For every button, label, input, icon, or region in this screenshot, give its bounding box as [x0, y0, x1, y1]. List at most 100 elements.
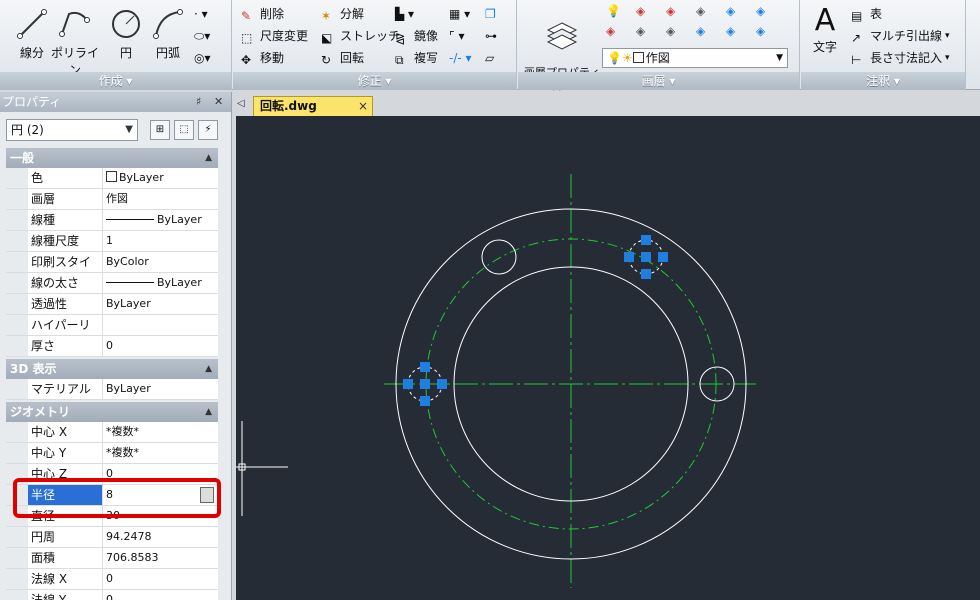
collapse-icon: ▲	[205, 364, 212, 374]
table-button[interactable]: ▤ 表	[851, 4, 882, 24]
region-button[interactable]: ◎▾	[194, 48, 211, 68]
prop-row-normal-y[interactable]: 法線 Y0	[6, 590, 218, 600]
move-button[interactable]: ✥ 移動	[241, 48, 284, 68]
panel-layers: 画層プロパティ 管理 💡 ◈ ◈ ◈ ◈ ◈ ◈ ◈ ◈ ◈ ◈ ◈ 💡☀作図 …	[518, 0, 800, 92]
pin-icon[interactable]: ♯	[196, 92, 201, 112]
fillet-button[interactable]: ⌜ ▾	[449, 26, 464, 46]
select-objects-button[interactable]: ⬚	[174, 120, 194, 140]
circle-icon	[112, 10, 140, 38]
text-button[interactable]: A 文字	[803, 4, 847, 66]
mleader-button[interactable]: ↗ マルチ引出線 ▾	[851, 26, 950, 46]
copy-clip-button[interactable]: ❐	[485, 4, 496, 24]
layer-iso-icon[interactable]: ◈	[726, 4, 735, 18]
quick-select-button[interactable]: ⚡	[198, 120, 218, 140]
rotate-button[interactable]: ↻ 回転	[321, 48, 364, 68]
offset-button[interactable]: ⏥	[485, 48, 494, 68]
mleader-icon: ↗	[851, 31, 862, 45]
radius-highlight-box	[13, 478, 221, 518]
panel-annotation-title[interactable]: 注釈 ▾	[801, 72, 965, 90]
chevron-down-icon: ▼	[125, 124, 133, 135]
close-tab-icon[interactable]: ×	[358, 97, 368, 115]
prop-row-lineweight[interactable]: 線の太さ ByLayer	[6, 273, 218, 294]
rotate-icon: ↻	[321, 53, 332, 67]
layer-properties-button[interactable]: 画層プロパティ 管理	[522, 4, 602, 92]
color-swatch	[106, 171, 117, 182]
grips-top-right[interactable]	[624, 235, 668, 279]
arc-button[interactable]: 円弧	[140, 4, 196, 66]
layer-match-icon[interactable]: ◈	[696, 4, 705, 18]
polyline-icon	[59, 11, 90, 37]
section-3d[interactable]: 3D 表示 ▲	[6, 359, 218, 379]
mirror-button[interactable]: ⧎ 鏡像	[395, 26, 438, 46]
layer-lock-icon[interactable]: ◈	[666, 4, 675, 18]
ribbon: 線分 ポリライン 円 円弧 · ▾ ⬭▾ ◎▾ 作成 ▾ ✎ 削除 ✶ 分解 ▙…	[0, 0, 980, 92]
panel-modify-title[interactable]: 修正 ▾	[233, 72, 516, 90]
property-grid: 一般▲ 色ByLayer 画層作図 線種ByLayer 線種尺度1 印刷スタイル…	[6, 148, 218, 600]
toggle-pickadd-button[interactable]: ⊞	[150, 120, 170, 140]
layer-delete-icon[interactable]: ◈	[756, 24, 765, 38]
eraser-icon: ✎	[241, 9, 252, 23]
layer-color-swatch	[632, 52, 644, 63]
layer-state-icons: 💡☀	[607, 51, 633, 65]
section-general[interactable]: 一般 ▲	[6, 148, 218, 168]
prop-row-normal-x[interactable]: 法線 X0	[6, 569, 218, 590]
grips-left[interactable]	[403, 362, 447, 406]
point-button[interactable]: · ▾	[194, 4, 208, 24]
scale-button[interactable]: ⬚ 尺度変更	[241, 26, 308, 46]
layer-merge-icon[interactable]: ◈	[726, 24, 735, 38]
stretch-button[interactable]: ⬕ ストレッチ	[321, 26, 400, 46]
join-button[interactable]: ⊶	[485, 26, 497, 46]
layer-off-icon[interactable]: ◈	[606, 24, 615, 38]
explode-icon: ✶	[321, 9, 332, 23]
prop-row-circumference[interactable]: 円周 94.2478	[6, 527, 218, 548]
pickadd-icon: ⊞	[155, 124, 165, 135]
layer-walk-icon[interactable]: ◈	[756, 4, 765, 18]
erase-button[interactable]: ✎ 削除	[241, 4, 284, 24]
layer-thaw-icon[interactable]: ◈	[636, 24, 645, 38]
layer-current-icon[interactable]: ◈	[696, 24, 705, 38]
panel-annotation: A 文字 ▤ 表 ↗ マルチ引出線 ▾ ⊢ 長さ寸法記入 ▾ 注釈 ▾	[801, 0, 966, 90]
close-icon[interactable]: ✕	[214, 92, 223, 112]
prop-row-center-x[interactable]: 中心 X *複数*	[6, 422, 218, 443]
prop-row-thickness[interactable]: 厚さ 0	[6, 336, 218, 357]
copy-button[interactable]: ⧉ 複写	[395, 48, 438, 68]
layer-on-icon[interactable]: 💡	[606, 4, 621, 18]
line-icon	[17, 9, 47, 39]
panel-layers-title[interactable]: 画層 ▾	[518, 72, 799, 90]
prop-row-center-y[interactable]: 中心 Y *複数*	[6, 443, 218, 464]
layer-tools-grid: 💡 ◈ ◈ ◈ ◈ ◈ ◈ ◈ ◈ ◈ ◈ ◈	[606, 4, 792, 44]
chevron-down-icon: ▼	[776, 53, 783, 63]
collapse-icon: ▲	[205, 153, 212, 163]
explode-button[interactable]: ✶ 分解	[321, 4, 364, 24]
tab-rotate-dwg[interactable]: 回転.dwg ×	[253, 96, 373, 116]
trim-button[interactable]: -/- ▾	[449, 48, 472, 68]
fillet-icon: ⌜ ▾	[449, 29, 465, 43]
section-geometry[interactable]: ジオメトリ ▲	[6, 402, 218, 422]
prop-row-transparency[interactable]: 透過性 ByLayer	[6, 294, 218, 315]
prop-row-material[interactable]: マテリアル ByLayer	[6, 379, 218, 400]
prop-row-linetype-scale[interactable]: 線種尺度 1	[6, 231, 218, 252]
trim-icon: -/- ▾	[449, 51, 472, 65]
hatch-button[interactable]: ⬭▾	[194, 26, 210, 46]
chevron-down-icon: ▾	[945, 53, 950, 63]
prop-row-area[interactable]: 面積 706.8583	[6, 548, 218, 569]
array-button[interactable]: ▦ ▾	[449, 4, 470, 24]
tab-scroll-left-icon[interactable]: ◁	[237, 98, 245, 109]
linear-dim-button[interactable]: ⊢ 長さ寸法記入 ▾	[851, 48, 950, 68]
prop-row-plot-style[interactable]: 印刷スタイルByColor	[6, 252, 218, 289]
panel-create-title[interactable]: 作成 ▾	[0, 72, 231, 90]
prop-row-layer[interactable]: 画層 作図	[6, 189, 218, 210]
prop-row-hyperlink[interactable]: ハイパーリンク	[6, 315, 218, 352]
copy-icon: ⧉	[395, 53, 404, 67]
layer-dropdown[interactable]: 💡☀ 作図 ▼	[602, 48, 788, 68]
drawing-canvas[interactable]	[236, 116, 980, 600]
prop-row-color[interactable]: 色 ByLayer	[6, 168, 218, 189]
align-button[interactable]: ▙ ▾	[395, 4, 414, 24]
dimension-icon: ⊢	[851, 53, 862, 67]
polyline-button[interactable]: ポリライン	[48, 4, 102, 77]
table-icon: ▤	[851, 9, 863, 23]
layer-unlock-icon[interactable]: ◈	[666, 24, 675, 38]
layer-freeze-icon[interactable]: ◈	[636, 4, 645, 18]
prop-row-linetype[interactable]: 線種 ByLayer	[6, 210, 218, 231]
object-type-select[interactable]: 円 (2) ▼	[6, 119, 138, 141]
